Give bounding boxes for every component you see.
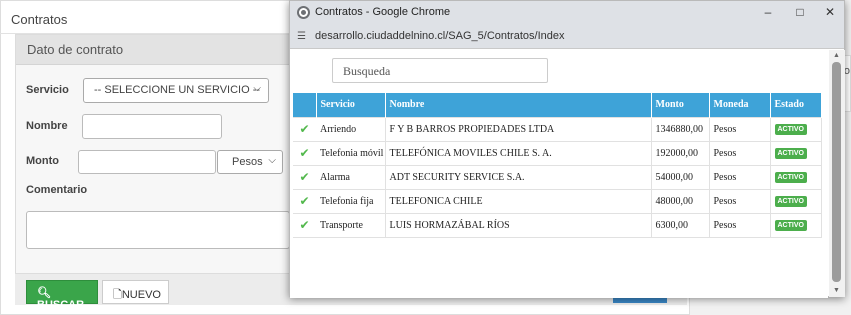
file-icon: 🗋	[113, 289, 122, 301]
window-title: Contratos - Google Chrome	[315, 6, 451, 18]
contracts-table: Servicio Nombre Monto Moneda Estado ✔ Ar…	[293, 93, 822, 238]
comentario-textarea[interactable]	[26, 211, 290, 249]
monto-input[interactable]	[78, 150, 216, 174]
monto-cell: 48000,00	[651, 188, 710, 214]
status-badge: ACTIVO	[774, 148, 807, 159]
servicio-cell: Alarma	[316, 164, 386, 190]
scrollbar-thumb[interactable]	[832, 62, 841, 282]
column-header-servicio[interactable]: Servicio	[316, 93, 386, 117]
monto-cell: 1346880,00	[651, 116, 710, 142]
column-header-nombre[interactable]: Nombre	[385, 93, 652, 117]
check-cell[interactable]: ✔	[293, 116, 316, 142]
servicio-cell: Telefonia fija	[316, 188, 386, 214]
moneda-cell: Pesos	[709, 140, 771, 166]
monto-cell: 192000,00	[651, 140, 710, 166]
moneda-cell: Pesos	[709, 164, 771, 190]
chevron-down-icon: ⌵	[268, 155, 276, 166]
minimize-icon[interactable]: –	[757, 3, 779, 21]
nombre-label: Nombre	[26, 120, 68, 132]
check-cell[interactable]: ✔	[293, 212, 316, 238]
chevron-down-icon: ⌵	[253, 83, 261, 94]
search-placeholder: Busqueda	[343, 64, 391, 78]
estado-cell: ACTIVO	[770, 140, 822, 166]
servicio-select-value: -- SELECCIONE UN SERVICIO --	[94, 84, 261, 96]
monto-cell: 54000,00	[651, 164, 710, 190]
nuevo-button-label: NUEVO	[121, 289, 161, 301]
moneda-cell: Pesos	[709, 188, 771, 214]
check-cell[interactable]: ✔	[293, 164, 316, 190]
moneda-cell: Pesos	[709, 116, 771, 142]
table-row[interactable]: ✔ Telefonia fija TELEFONICA CHILE 48000,…	[293, 188, 822, 214]
address-bar[interactable]: ☰ desarrollo.ciudaddelnino.cl/SAG_5/Cont…	[290, 24, 844, 49]
moneda-select-value: Pesos	[232, 156, 263, 168]
nombre-cell: LUIS HORMAZÁBAL RÍOS	[385, 212, 652, 238]
column-header-moneda[interactable]: Moneda	[709, 93, 771, 117]
check-icon: ✔	[299, 122, 310, 136]
check-column-header	[293, 93, 317, 117]
check-icon: ✔	[299, 170, 310, 184]
buscar-button[interactable]: 🔍︎BUSCAR	[26, 280, 98, 311]
estado-cell: ACTIVO	[770, 164, 822, 190]
nombre-input[interactable]	[82, 114, 222, 139]
popup-content: Busqueda Servicio Nombre Monto Moneda Es…	[290, 50, 828, 298]
moneda-select[interactable]: Pesos ⌵	[217, 150, 283, 174]
table-row[interactable]: ✔ Arriendo F Y B BARROS PROPIEDADES LTDA…	[293, 116, 822, 142]
column-header-estado[interactable]: Estado	[770, 93, 822, 117]
servicio-cell: Transporte	[316, 212, 386, 238]
monto-label: Monto	[26, 155, 59, 167]
status-badge: ACTIVO	[774, 220, 807, 231]
buscar-button-label: BUSCAR	[37, 299, 85, 311]
vertical-scrollbar[interactable]: ▲ ▼	[829, 50, 845, 297]
column-header-monto[interactable]: Monto	[651, 93, 710, 117]
page-title: Contratos	[11, 12, 68, 27]
maximize-icon[interactable]: □	[789, 3, 811, 21]
check-cell[interactable]: ✔	[293, 140, 316, 166]
site-info-icon[interactable]: ☰	[297, 31, 306, 42]
table-row[interactable]: ✔ Transporte LUIS HORMAZÁBAL RÍOS 6300,0…	[293, 212, 822, 238]
check-cell[interactable]: ✔	[293, 188, 316, 214]
check-icon: ✔	[299, 146, 310, 160]
window-titlebar[interactable]: Contratos - Google Chrome – □ ✕	[290, 1, 844, 24]
url-text[interactable]: desarrollo.ciudaddelnino.cl/SAG_5/Contra…	[315, 30, 564, 42]
status-badge: ACTIVO	[774, 124, 807, 135]
popup-window: Contratos - Google Chrome – □ ✕ ☰ desarr…	[289, 0, 845, 298]
nombre-cell: F Y B BARROS PROPIEDADES LTDA	[385, 116, 652, 142]
table-row[interactable]: ✔ Telefonia móvil TELEFÓNICA MOVILES CHI…	[293, 140, 822, 166]
monto-cell: 6300,00	[651, 212, 710, 238]
servicio-cell: Telefonia móvil	[316, 140, 386, 166]
search-input[interactable]: Busqueda	[332, 58, 548, 83]
nombre-cell: TELEFONICA CHILE	[385, 188, 652, 214]
estado-cell: ACTIVO	[770, 116, 822, 142]
servicio-label: Servicio	[26, 84, 69, 96]
servicio-select[interactable]: -- SELECCIONE UN SERVICIO -- ⌵	[83, 78, 269, 103]
box-title: Dato de contrato	[27, 42, 124, 57]
moneda-cell: Pesos	[709, 212, 771, 238]
estado-cell: ACTIVO	[770, 188, 822, 214]
chrome-icon	[297, 6, 310, 19]
search-icon: 🔍︎	[37, 287, 51, 299]
status-badge: ACTIVO	[774, 196, 807, 207]
check-icon: ✔	[299, 194, 310, 208]
table-row[interactable]: ✔ Alarma ADT SECURITY SERVICE S.A. 54000…	[293, 164, 822, 190]
nuevo-button[interactable]: 🗋NUEVO	[102, 280, 169, 304]
scroll-down-icon[interactable]: ▼	[833, 287, 840, 294]
servicio-cell: Arriendo	[316, 116, 386, 142]
nombre-cell: TELEFÓNICA MOVILES CHILE S. A.	[385, 140, 652, 166]
table-header-row: Servicio Nombre Monto Moneda Estado	[293, 93, 822, 117]
nombre-cell: ADT SECURITY SERVICE S.A.	[385, 164, 652, 190]
comentario-label: Comentario	[26, 184, 88, 196]
status-badge: ACTIVO	[774, 172, 807, 183]
close-icon[interactable]: ✕	[819, 3, 841, 21]
estado-cell: ACTIVO	[770, 212, 822, 238]
check-icon: ✔	[299, 218, 310, 232]
scroll-up-icon[interactable]: ▲	[833, 52, 840, 59]
